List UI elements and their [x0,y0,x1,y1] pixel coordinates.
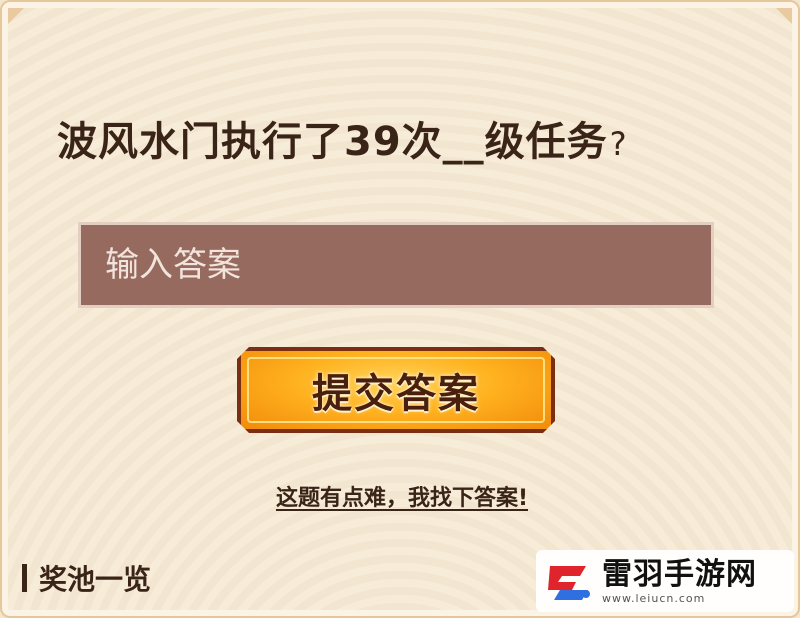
watermark-text: 雷羽手游网 www.leiucn.com [602,556,757,605]
corner-ornament-right [776,8,792,24]
question-body: 波风水门执行了39次__级任务 [57,119,608,165]
corner-ornament-left [8,8,24,24]
question-mark: ? [609,125,628,163]
submit-answer-button[interactable]: 提交答案 [237,347,555,433]
submit-button-label: 提交答案 [312,371,480,417]
question-text: 波风水门执行了39次__级任务? [57,112,757,172]
prize-pool-heading: 奖池一览 [22,558,151,598]
watermark-name: 雷羽手游网 [602,556,757,592]
watermark-url: www.leiucn.com [602,591,706,605]
answer-input[interactable] [78,222,714,308]
quiz-panel: 波风水门执行了39次__级任务? 提交答案 这题有点难，我找下答案! 奖池一览 [0,0,800,618]
hint-row: 这题有点难，我找下答案! [2,480,800,512]
heading-bar [22,564,27,592]
site-watermark: 雷羽手游网 www.leiucn.com [536,550,794,612]
prize-pool-title: 奖池一览 [39,563,152,596]
find-answer-link[interactable]: 这题有点难，我找下答案! [276,486,528,511]
site-logo-icon [542,554,596,608]
